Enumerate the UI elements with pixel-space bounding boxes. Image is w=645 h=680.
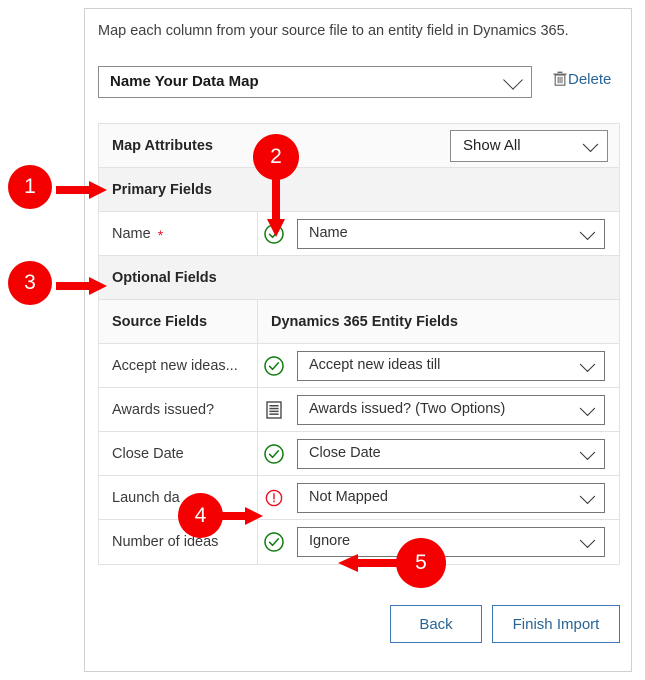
target-field-value: Not Mapped <box>309 488 388 505</box>
callout-arrow-5 <box>338 554 403 572</box>
target-field-value: Awards issued? (Two Options) <box>309 400 506 417</box>
valid-check-icon <box>264 532 284 552</box>
callout-1: 1 <box>8 165 52 209</box>
column-divider <box>257 300 258 343</box>
target-field-value: Accept new ideas till <box>309 356 441 373</box>
chevron-down-icon <box>579 488 596 504</box>
optional-fields-section-row: Optional Fields <box>99 256 619 300</box>
source-field-name: Name * <box>112 212 163 255</box>
target-field-select[interactable]: Close Date <box>297 438 605 469</box>
callout-arrow-3 <box>56 277 107 295</box>
table-row: Name * Name <box>99 212 619 256</box>
primary-fields-section-row: Primary Fields <box>99 168 619 212</box>
valid-check-icon <box>264 443 284 464</box>
target-field-select[interactable]: Not Mapped <box>297 482 605 513</box>
chevron-down-icon <box>579 532 596 549</box>
footer-actions: Back Finish Import <box>98 605 620 645</box>
delete-map-label: Delete <box>568 71 612 88</box>
target-field-value: Ignore <box>309 533 351 549</box>
column-divider <box>257 388 258 431</box>
column-divider <box>257 432 258 475</box>
callout-arrow-1 <box>56 181 107 199</box>
callout-4: 4 <box>178 493 223 538</box>
primary-fields-label: Primary Fields <box>112 181 212 198</box>
chevron-down-icon <box>579 224 596 240</box>
callout-3: 3 <box>8 261 52 305</box>
show-all-filter-select[interactable]: Show All <box>450 129 608 162</box>
source-field-label: Launch da <box>112 489 180 506</box>
column-divider <box>257 344 258 387</box>
source-field-label: Awards issued? <box>112 401 215 418</box>
target-field-select[interactable]: Awards issued? (Two Options) <box>297 394 605 425</box>
target-field-select[interactable]: Accept new ideas till <box>297 350 605 381</box>
source-field-label: Accept new ideas... <box>112 357 238 374</box>
source-field-label: Close Date <box>112 445 184 462</box>
map-attributes-header-row: Map Attributes Show All <box>99 124 619 168</box>
map-attributes-label: Map Attributes <box>112 137 213 154</box>
column-divider <box>257 212 258 255</box>
table-row: Close Date Close Date <box>99 432 619 476</box>
error-icon <box>265 489 283 506</box>
callout-arrow-4 <box>216 507 263 525</box>
data-map-name-row: Name Your Data Map Delete <box>98 66 620 100</box>
target-fields-column-header: Dynamics 365 Entity Fields <box>271 313 458 330</box>
mapping-grid: Map Attributes Show All Primary Fields N… <box>98 123 620 565</box>
option-set-icon <box>266 400 282 419</box>
chevron-down-icon <box>582 136 599 152</box>
chevron-down-icon <box>579 356 596 372</box>
target-field-value: Name <box>309 224 348 241</box>
back-button[interactable]: Back <box>390 605 482 643</box>
delete-map-link[interactable]: Delete <box>553 71 611 88</box>
trash-icon <box>553 71 567 86</box>
required-asterisk: * <box>157 226 164 243</box>
callout-2: 2 <box>253 134 299 180</box>
table-row: Awards issued? Awards issued? (Two Optio… <box>99 388 619 432</box>
table-row: Accept new ideas... Accept new ideas til… <box>99 344 619 388</box>
show-all-filter-value: Show All <box>463 136 521 154</box>
target-field-select[interactable]: Name <box>297 218 605 249</box>
column-header-row: Source Fields Dynamics 365 Entity Fields <box>99 300 619 344</box>
table-row: Launch da Not Mapped <box>99 476 619 520</box>
data-map-name-value: Name Your Data Map <box>110 73 259 90</box>
instruction-text: Map each column from your source file to… <box>98 23 569 39</box>
optional-fields-label: Optional Fields <box>112 269 217 286</box>
chevron-down-icon <box>579 400 596 416</box>
chevron-down-icon <box>503 70 523 90</box>
finish-import-button[interactable]: Finish Import <box>492 605 620 643</box>
target-field-value: Close Date <box>309 444 381 461</box>
data-map-name-select[interactable]: Name Your Data Map <box>98 66 532 98</box>
source-fields-column-header: Source Fields <box>112 313 208 330</box>
chevron-down-icon <box>579 444 596 460</box>
source-field-label: Name <box>112 225 151 242</box>
callout-5: 5 <box>396 538 446 588</box>
valid-check-icon <box>264 355 284 376</box>
column-divider <box>257 520 258 564</box>
